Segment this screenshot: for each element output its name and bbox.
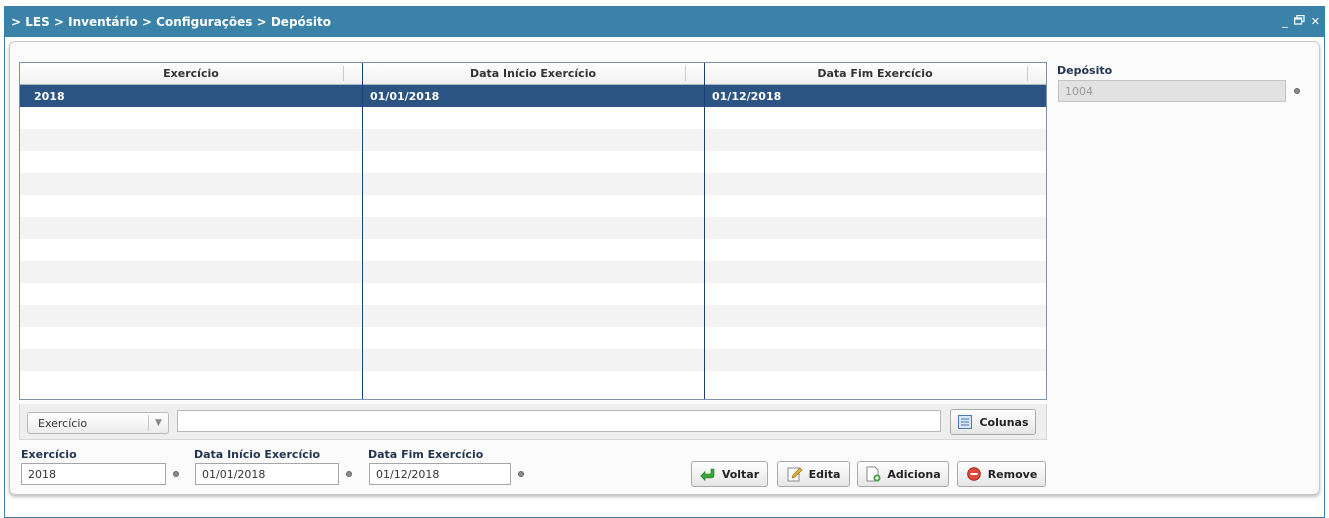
empty-row (20, 173, 1046, 195)
exercicio-grid: Exercício Data Início Exercício Data Fim… (19, 62, 1047, 400)
empty-row (20, 327, 1046, 349)
empty-row (20, 283, 1046, 305)
data-inicio-label: Data Início Exercício (194, 448, 321, 461)
remove-circle-icon (966, 466, 982, 482)
empty-row (20, 349, 1046, 371)
remove-button[interactable]: Remove (957, 461, 1046, 487)
empty-row (20, 129, 1046, 151)
title-bar: > LES > Inventário > Configurações > Dep… (5, 7, 1324, 37)
table-row[interactable]: 2018 01/01/2018 01/12/2018 (20, 85, 1046, 107)
filter-column-select[interactable]: Exercício ▼ (27, 412, 169, 434)
back-arrow-icon (700, 466, 716, 482)
grid-body: 2018 01/01/2018 01/12/2018 (20, 85, 1046, 393)
edita-button[interactable]: Edita (777, 461, 850, 487)
data-fim-label: Data Fim Exercício (368, 448, 484, 461)
edit-pencil-icon (787, 466, 803, 482)
minimize-icon[interactable]: _ (1282, 15, 1288, 28)
cell-data-inicio: 01/01/2018 (370, 89, 440, 103)
close-icon[interactable]: ✕ (1311, 15, 1320, 28)
column-header-exercicio[interactable]: Exercício (20, 63, 362, 84)
chevron-down-icon[interactable]: ▼ (148, 415, 168, 431)
breadcrumb: > LES > Inventário > Configurações > Dep… (11, 15, 332, 29)
empty-row (20, 261, 1046, 283)
empty-row (20, 239, 1046, 261)
filter-column-label: Exercício (38, 416, 88, 430)
empty-row (20, 371, 1046, 393)
column-divider (362, 63, 363, 399)
columns-icon (957, 414, 973, 430)
app-window: > LES > Inventário > Configurações > Dep… (4, 6, 1325, 518)
grid-header: Exercício Data Início Exercício Data Fim… (20, 63, 1046, 85)
adiciona-button[interactable]: Adiciona (857, 461, 949, 487)
required-indicator (346, 471, 352, 477)
empty-row (20, 195, 1046, 217)
data-inicio-field[interactable]: 01/01/2018 (195, 463, 339, 485)
empty-row (20, 305, 1046, 327)
column-divider (704, 63, 705, 399)
add-document-icon (865, 466, 881, 482)
cell-exercicio: 2018 (34, 89, 65, 103)
data-fim-field[interactable]: 01/12/2018 (369, 463, 511, 485)
empty-row (20, 107, 1046, 129)
deposito-field: 1004 (1058, 80, 1286, 102)
required-indicator (173, 471, 179, 477)
window-controls: _ ✕ (1282, 14, 1320, 28)
empty-row (20, 217, 1046, 239)
required-indicator (1294, 88, 1300, 94)
voltar-button[interactable]: Voltar (691, 461, 768, 487)
filter-search-input[interactable] (177, 410, 941, 432)
column-header-data-fim[interactable]: Data Fim Exercício (704, 63, 1046, 84)
required-indicator (518, 471, 524, 477)
column-header-data-inicio[interactable]: Data Início Exercício (362, 63, 704, 84)
exercicio-field[interactable]: 2018 (21, 463, 166, 485)
deposito-label: Depósito (1057, 64, 1113, 77)
empty-row (20, 151, 1046, 173)
filter-bar: Exercício ▼ Colunas (19, 404, 1047, 440)
content-panel: Exercício Data Início Exercício Data Fim… (9, 41, 1320, 495)
exercicio-label: Exercício (21, 448, 77, 461)
columns-button[interactable]: Colunas (950, 409, 1036, 435)
restore-icon[interactable] (1293, 14, 1305, 28)
cell-data-fim: 01/12/2018 (712, 89, 782, 103)
